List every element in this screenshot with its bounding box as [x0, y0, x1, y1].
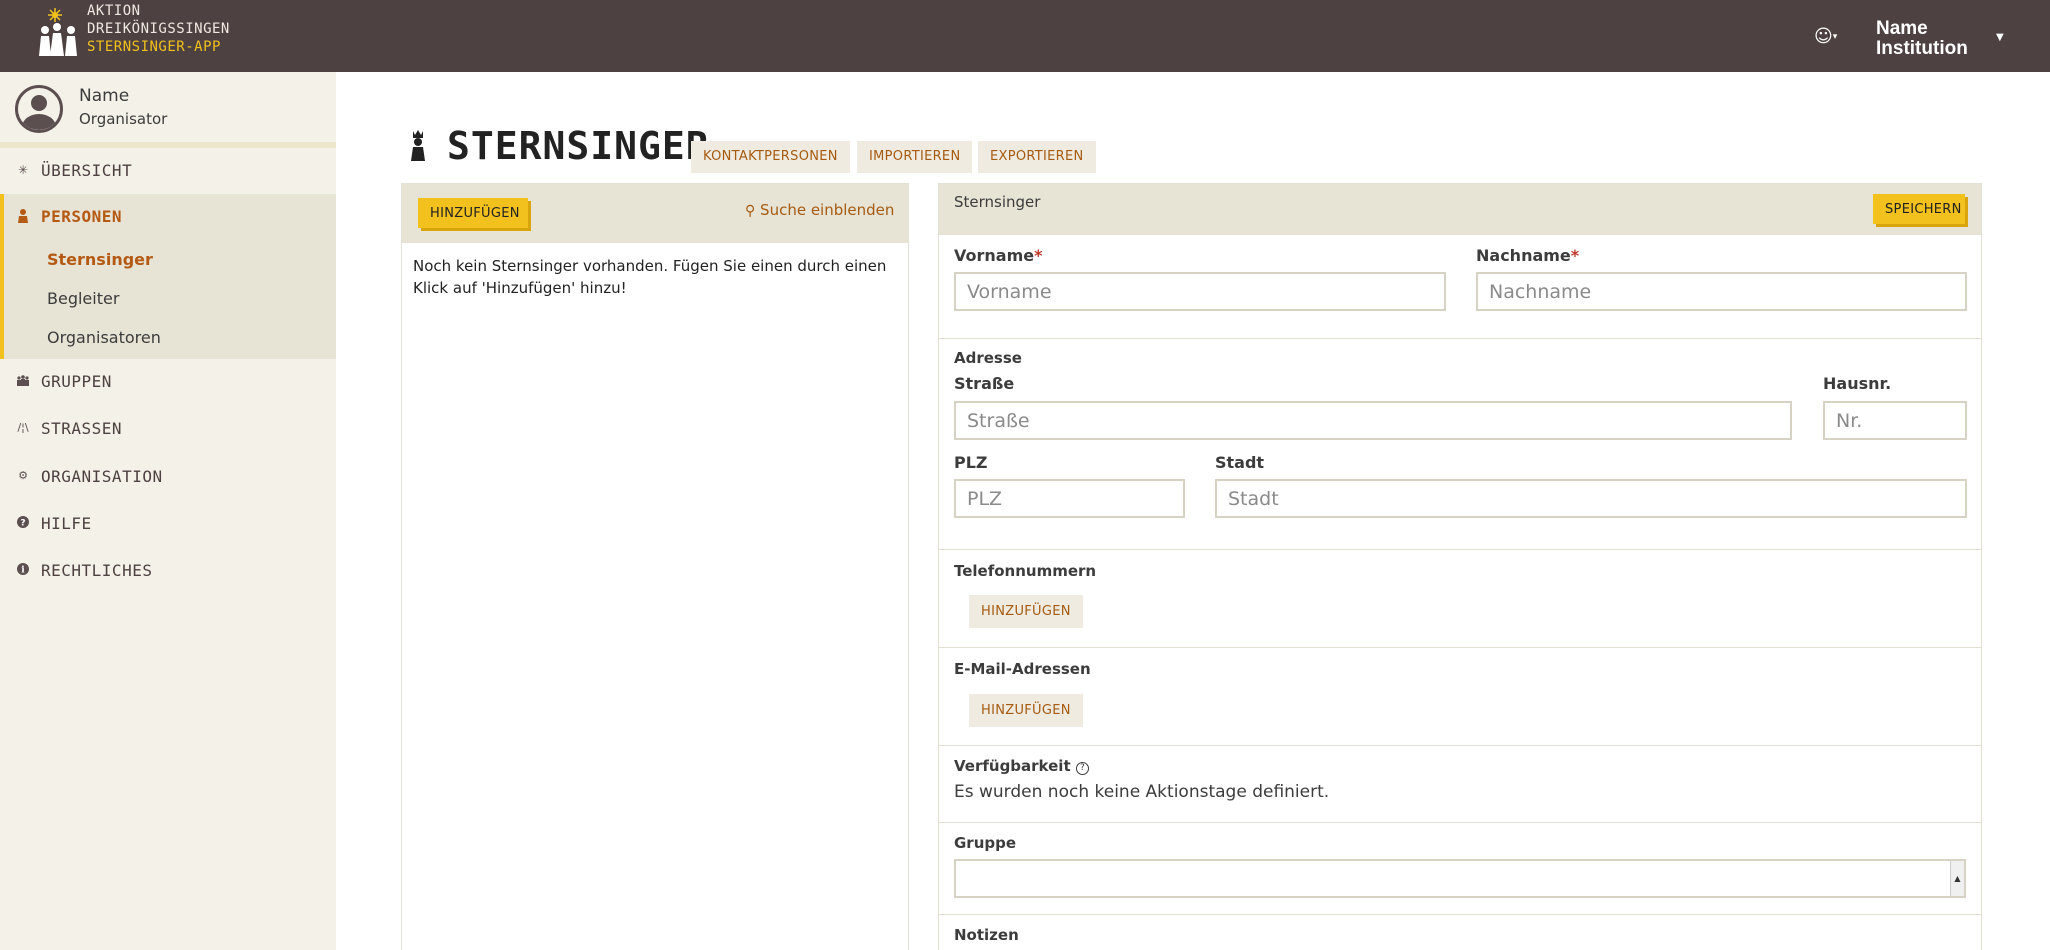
chevron-down-icon: ▲ [1950, 861, 1964, 896]
add-phone-button[interactable]: HINZUFÜGEN [969, 595, 1083, 628]
first-name-input[interactable] [954, 272, 1446, 311]
sidebar-item-label: GRUPPEN [41, 372, 112, 391]
phone-section: Telefonnummern HINZUFÜGEN [939, 549, 1981, 647]
sidebar-item-organisation[interactable]: ⚙ ORGANISATION [0, 454, 336, 501]
email-label: E-Mail-Adressen [954, 660, 1091, 678]
zip-label: PLZ [954, 453, 988, 472]
user-role: Organisator [79, 110, 168, 128]
three-kings-logo-icon [39, 8, 77, 56]
logo-line-1: AKTION [87, 3, 141, 19]
house-number-input[interactable] [1823, 401, 1967, 440]
sidebar-subitem-organisatoren[interactable]: Organisatoren [47, 328, 161, 347]
sidebar-item-label: RECHTLICHES [41, 561, 153, 580]
road-icon: /¦\ [17, 421, 29, 434]
institution-menu[interactable]: Name Institution [1876, 19, 1968, 59]
street-input[interactable] [954, 401, 1792, 440]
king-figure-icon [411, 130, 425, 161]
person-icon [16, 209, 30, 225]
name-section: Vorname* Nachname* [939, 235, 1981, 338]
import-button[interactable]: IMPORTIEREN [857, 141, 973, 173]
page-title: STERNSINGER [447, 124, 710, 168]
info-icon: i [16, 563, 30, 579]
sidebar-item-uebersicht[interactable]: ✳ ÜBERSICHT [0, 148, 336, 195]
sidebar: Name Organisator ✳ ÜBERSICHT PERSONEN St… [0, 72, 336, 950]
group-select[interactable]: ▲ [954, 859, 1966, 898]
notes-section: Notizen [939, 914, 1981, 950]
user-name: Name [79, 86, 130, 106]
help-icon: ? [16, 516, 30, 532]
institution-type: Institution [1876, 38, 1968, 59]
zip-input[interactable] [954, 479, 1185, 518]
sidebar-item-personen[interactable]: PERSONEN [0, 194, 336, 241]
search-toggle-link[interactable]: ⚲ Suche einblenden [745, 201, 894, 219]
last-name-label: Nachname* [1476, 246, 1580, 265]
availability-message: Es wurden noch keine Aktionstage definie… [954, 782, 1330, 802]
institution-name: Name [1876, 18, 1928, 39]
search-icon: ⚲ [745, 203, 756, 219]
required-mark: * [1034, 246, 1043, 265]
add-sternsinger-button[interactable]: HINZUFÜGEN [418, 198, 528, 228]
form-panel: Sternsinger SPEICHERN Vorname* Nachname*… [938, 183, 1982, 950]
sun-icon: ✳ [17, 163, 29, 177]
app-logo[interactable]: AKTION DREIKÖNIGSSINGEN STERNSINGER-APP [38, 0, 238, 72]
top-bar: AKTION DREIKÖNIGSSINGEN STERNSINGER-APP … [0, 0, 2050, 72]
required-mark: * [1570, 246, 1580, 265]
street-label: Straße [954, 374, 1015, 393]
house-number-label: Hausnr. [1823, 374, 1892, 393]
caret-down-icon: ▾ [1832, 32, 1838, 42]
list-panel: HINZUFÜGEN ⚲ Suche einblenden Noch kein … [401, 183, 909, 950]
svg-text:?: ? [20, 519, 25, 529]
sidebar-item-strassen[interactable]: /¦\ STRASSEN [0, 406, 336, 453]
sidebar-item-label: STRASSEN [41, 419, 123, 438]
sidebar-item-rechtliches[interactable]: i RECHTLICHES [0, 548, 336, 595]
availability-section: Verfügbarkeit ? Es wurden noch keine Akt… [939, 745, 1981, 822]
email-section: E-Mail-Adressen HINZUFÜGEN [939, 647, 1981, 745]
chevron-down-icon[interactable]: ▼ [1996, 32, 2004, 43]
empty-list-message: Noch kein Sternsinger vorhanden. Fügen S… [413, 257, 887, 297]
sidebar-subitem-begleiter[interactable]: Begleiter [47, 289, 119, 308]
notes-label: Notizen [954, 926, 1019, 944]
logo-line-3: STERNSINGER-APP [87, 39, 221, 55]
search-toggle-label: Suche einblenden [760, 201, 895, 219]
add-email-button[interactable]: HINZUFÜGEN [969, 694, 1083, 727]
sidebar-item-label: HILFE [41, 514, 92, 533]
form-title: Sternsinger [954, 193, 1041, 211]
city-label: Stadt [1215, 453, 1265, 472]
user-menu-button[interactable]: ☺▾ [1814, 26, 1844, 47]
sidebar-item-label: ÜBERSICHT [41, 161, 133, 180]
form-panel-header: Sternsinger SPEICHERN [939, 184, 1981, 235]
availability-label: Verfügbarkeit ? [954, 757, 1089, 775]
svg-text:i: i [21, 566, 25, 576]
phone-label: Telefonnummern [954, 562, 1097, 580]
user-profile[interactable]: Name Organisator [0, 72, 336, 142]
contacts-button[interactable]: KONTAKTPERSONEN [691, 141, 850, 173]
question-circle-icon[interactable]: ? [1075, 762, 1089, 775]
last-name-input[interactable] [1476, 272, 1967, 311]
city-input[interactable] [1215, 479, 1967, 518]
address-section: Adresse Straße Hausnr. PLZ Stadt [939, 338, 1981, 549]
logo-line-2: DREIKÖNIGSSINGEN [87, 21, 230, 37]
export-button[interactable]: EXPORTIEREN [978, 141, 1096, 173]
avatar [15, 85, 63, 133]
group-icon [16, 374, 30, 390]
address-label: Adresse [954, 349, 1022, 367]
sidebar-item-label: ORGANISATION [41, 467, 163, 486]
sidebar-subitem-sternsinger[interactable]: Sternsinger [47, 250, 153, 269]
group-section: Gruppe ▲ [939, 822, 1981, 914]
list-panel-header: HINZUFÜGEN ⚲ Suche einblenden [402, 184, 908, 243]
sidebar-group-personen: PERSONEN Sternsinger Begleiter Organisat… [0, 194, 336, 359]
first-name-label: Vorname* [954, 246, 1043, 265]
smiley-icon: ☺ [1814, 26, 1833, 47]
save-button[interactable]: SPEICHERN [1873, 194, 1965, 224]
sidebar-item-hilfe[interactable]: ? HILFE [0, 501, 336, 548]
sidebar-item-label: PERSONEN [41, 207, 123, 226]
group-label: Gruppe [954, 834, 1017, 852]
organisation-icon: ⚙ [18, 469, 28, 482]
sidebar-item-gruppen[interactable]: GRUPPEN [0, 359, 336, 406]
